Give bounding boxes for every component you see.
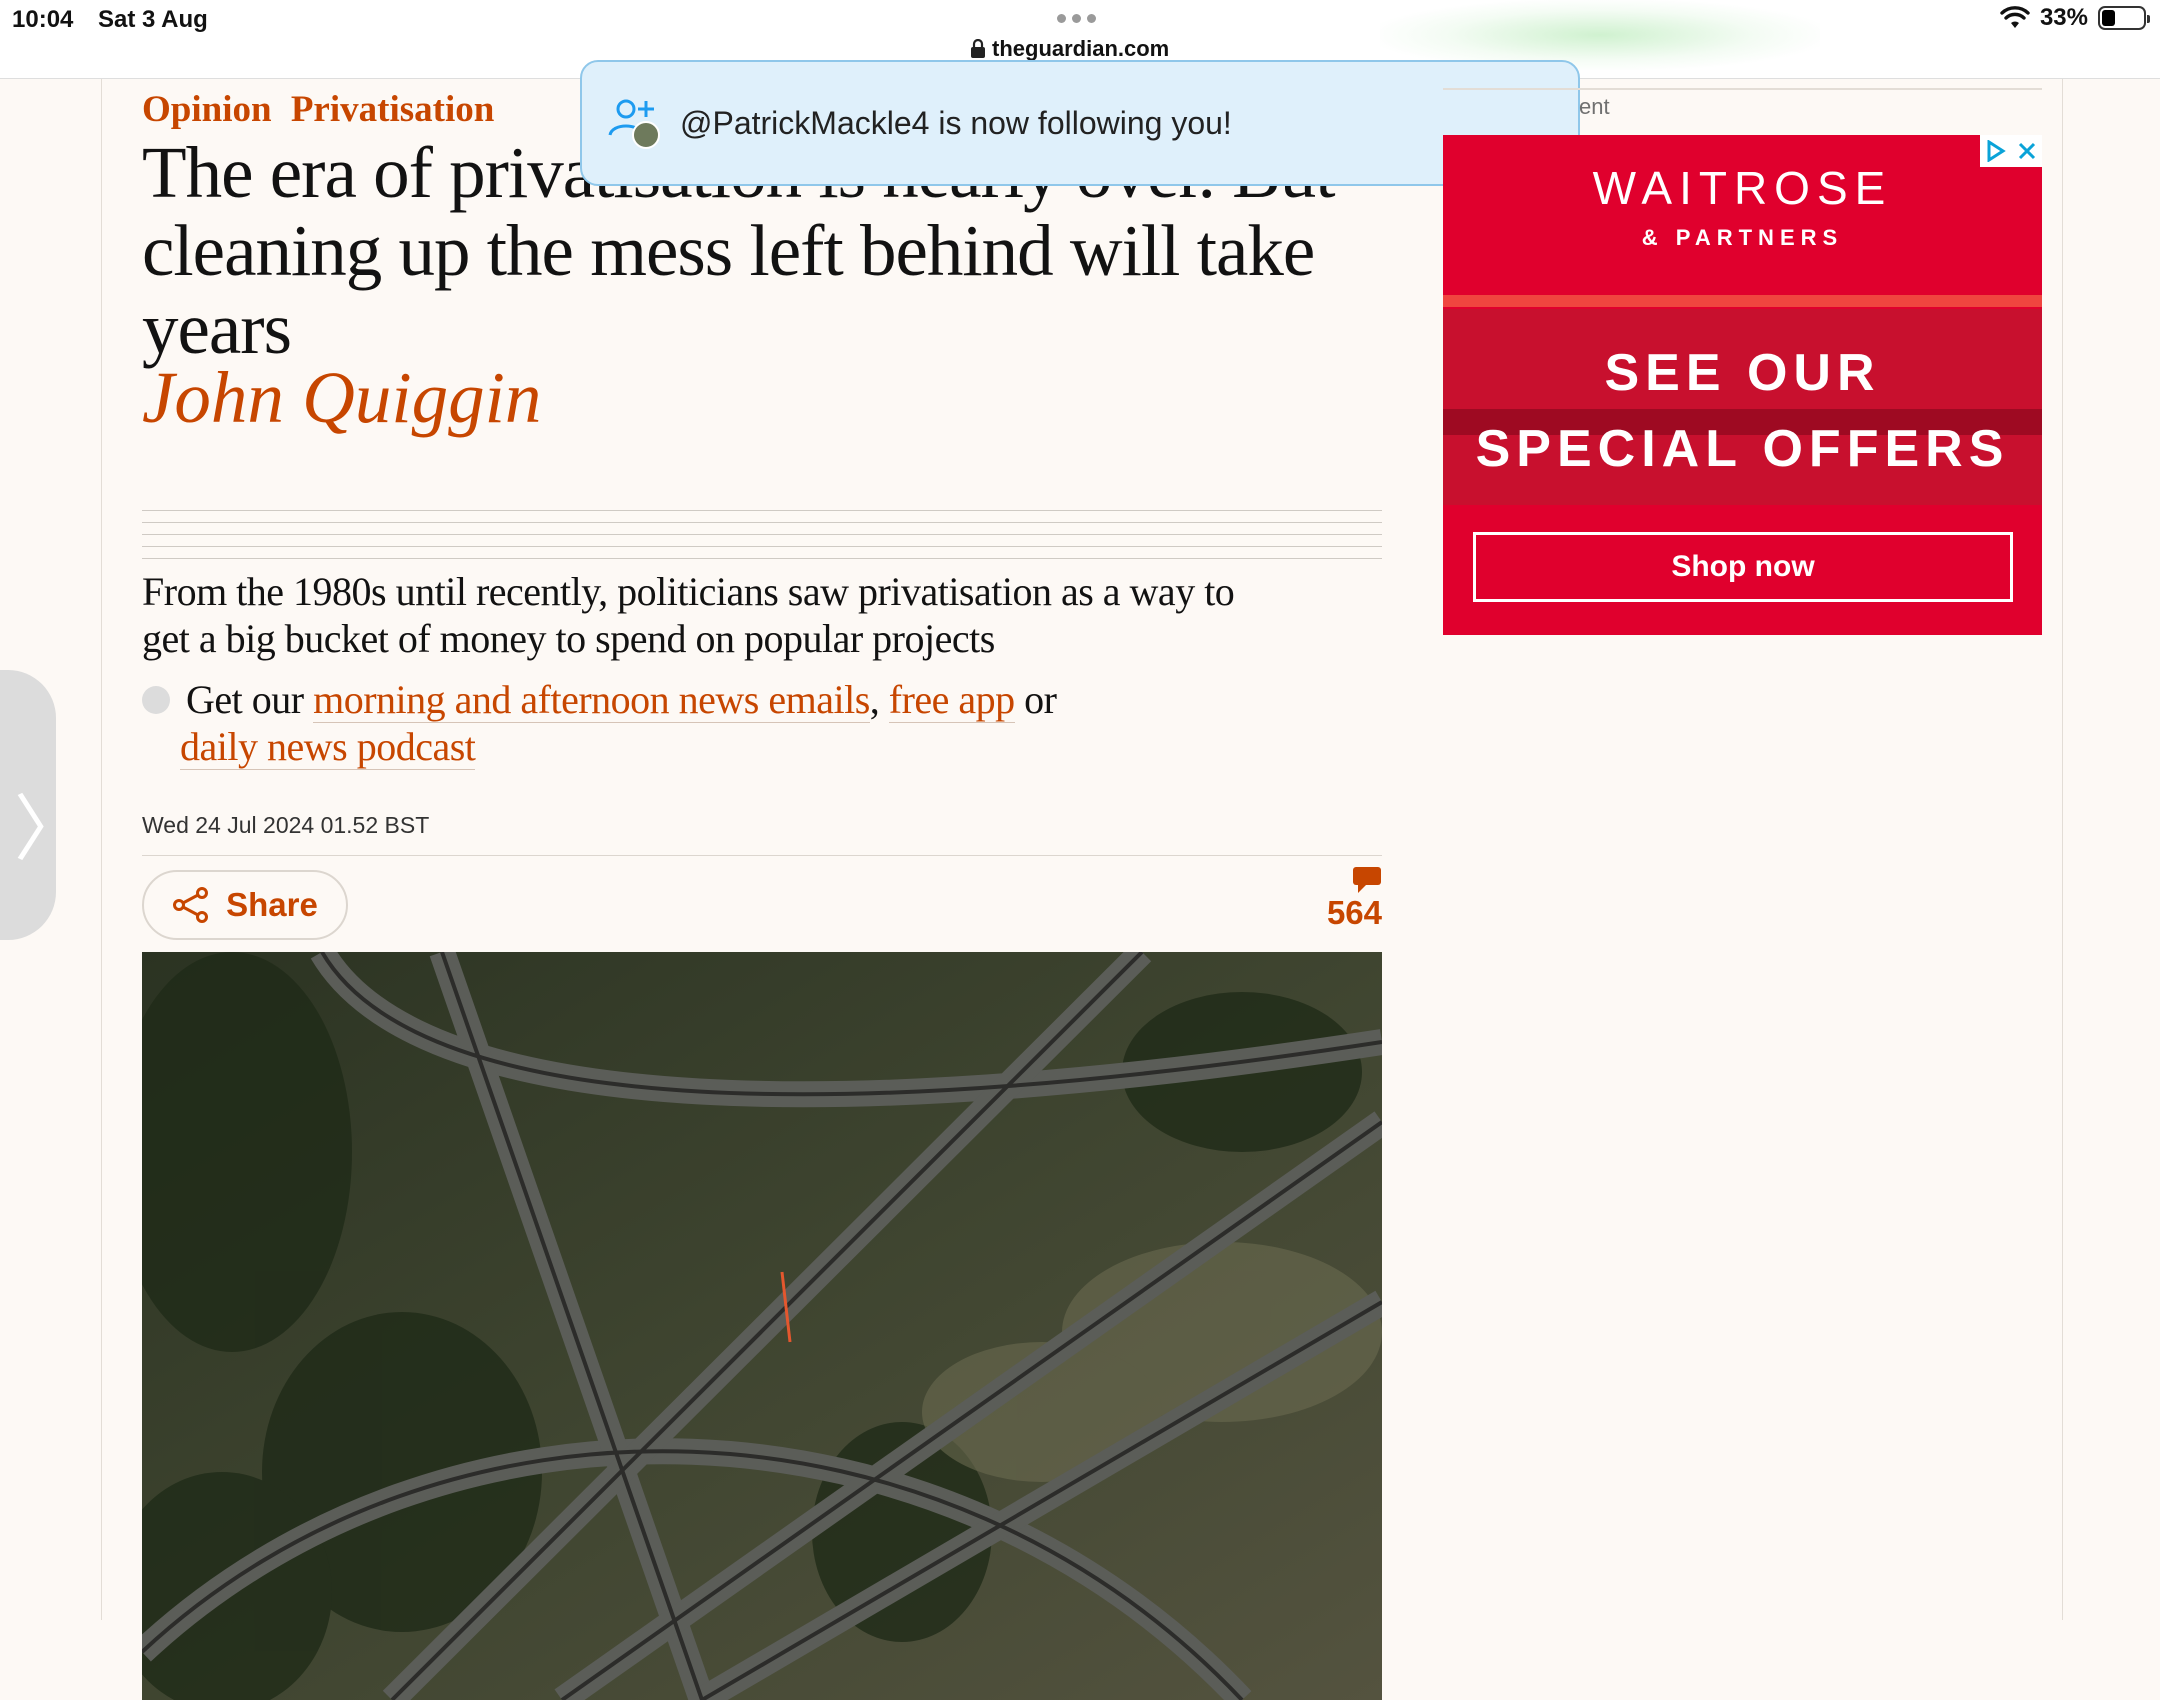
close-icon[interactable]: [2017, 141, 2037, 161]
publish-date: Wed 24 Jul 2024 01.52 BST: [142, 812, 430, 838]
comment-count: 564: [1326, 894, 1382, 931]
share-label: Share: [226, 886, 318, 923]
shop-now-button[interactable]: Shop now: [1473, 532, 2013, 602]
notification-message: @PatrickMackle4 is now following you!: [680, 104, 1232, 141]
meta-divider: [142, 855, 1382, 856]
battery-icon: [2098, 6, 2150, 30]
multitask-dots-icon[interactable]: [1057, 14, 1096, 23]
motorway-interchange-photo: [142, 952, 1382, 1700]
url-text: theguardian.com: [992, 36, 1170, 61]
waitrose-advert[interactable]: WAITROSE & PARTNERS SEE OUR SPECIAL OFFE…: [1443, 135, 2042, 635]
status-right: 33%: [2000, 4, 2150, 32]
promo-sep: ,: [869, 677, 889, 722]
lock-icon: [971, 39, 985, 58]
news-emails-link[interactable]: morning and afternoon news emails: [313, 677, 870, 723]
address-bar[interactable]: theguardian.com: [970, 36, 1169, 62]
promo-prefix: Get our: [186, 677, 314, 722]
article-kicker: Opinion Privatisation: [142, 88, 494, 131]
free-app-link[interactable]: free app: [888, 677, 1015, 723]
promo-mid: or: [1014, 677, 1057, 722]
ad-sub-brand: & PARTNERS: [1641, 225, 1844, 250]
left-column-rule: [101, 79, 102, 1620]
side-panel-handle[interactable]: 〉: [0, 670, 86, 940]
battery-percent: 33%: [2039, 4, 2088, 31]
ad-headline-2: SPECIAL OFFERS: [1475, 420, 2010, 478]
status-date: Sat 3 Aug: [98, 6, 208, 33]
chevron-right-icon: 〉: [14, 787, 87, 871]
series-link[interactable]: Privatisation: [291, 89, 494, 130]
comment-bubble-icon: [1353, 867, 1381, 893]
author-byline[interactable]: John Quiggin: [142, 358, 541, 438]
byline-rules: [142, 510, 1382, 570]
adchoices-triangle-icon: [1987, 140, 2006, 162]
newsletter-promo: Get our morning and afternoon news email…: [142, 676, 1242, 770]
wifi-icon: [2000, 6, 2030, 28]
follow-notification[interactable]: @PatrickMackle4 is now following you!: [580, 60, 1580, 186]
new-follower-icon: [608, 99, 660, 149]
article-standfirst: From the 1980s until recently, politicia…: [142, 569, 1235, 661]
ad-stripe: [1443, 295, 2042, 307]
share-button[interactable]: Share: [142, 870, 348, 940]
advert-label: ent: [1443, 88, 2042, 136]
article-hero-image: [142, 952, 1382, 1700]
right-column-rule: [2062, 79, 2063, 1620]
podcast-link[interactable]: daily news podcast: [180, 724, 476, 770]
ad-brand: WAITROSE: [1592, 162, 1893, 214]
section-link[interactable]: Opinion: [142, 89, 272, 130]
status-time: 10:04: [12, 6, 74, 33]
ad-headline-1: SEE OUR: [1604, 344, 1881, 402]
share-icon: [173, 887, 209, 923]
comments-count[interactable]: 564: [1312, 866, 1382, 932]
bullet-icon: [142, 685, 170, 714]
